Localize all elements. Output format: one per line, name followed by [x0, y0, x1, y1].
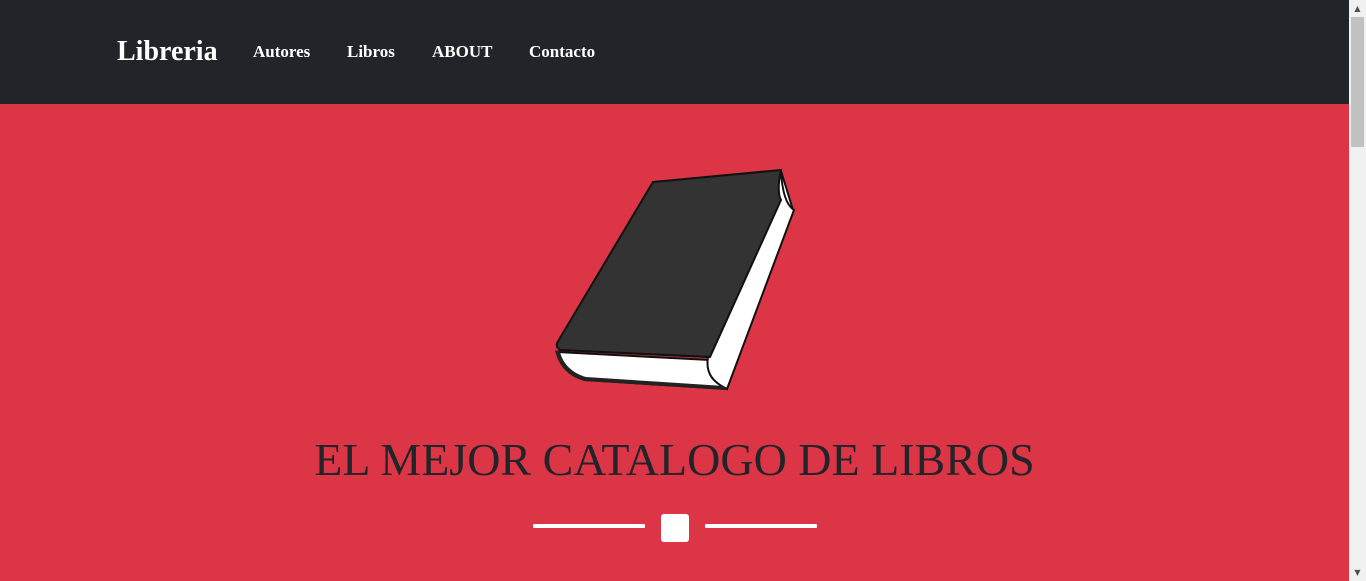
page: Libreria Autores Libros ABOUT Contacto E… [0, 0, 1349, 581]
navbar: Libreria Autores Libros ABOUT Contacto [0, 0, 1349, 104]
nav-link-about[interactable]: ABOUT [432, 42, 492, 62]
arrow-up-icon[interactable]: ▲ [1349, 0, 1366, 17]
book-icon [555, 168, 796, 391]
brand-link[interactable]: Libreria [117, 34, 218, 70]
scrollbar-thumb[interactable] [1351, 17, 1364, 147]
nav-link-contacto[interactable]: Contacto [529, 42, 595, 62]
hero-headline: EL MEJOR CATALOGO DE LIBROS [314, 434, 1035, 485]
star-icon [661, 514, 689, 542]
divider-line-right [705, 524, 817, 528]
vertical-scrollbar[interactable]: ▲ ▼ [1349, 0, 1366, 581]
nav-link-autores[interactable]: Autores [253, 42, 310, 62]
arrow-down-icon[interactable]: ▼ [1349, 564, 1366, 581]
nav-link-libros[interactable]: Libros [347, 42, 395, 62]
divider-line-left [533, 524, 645, 528]
